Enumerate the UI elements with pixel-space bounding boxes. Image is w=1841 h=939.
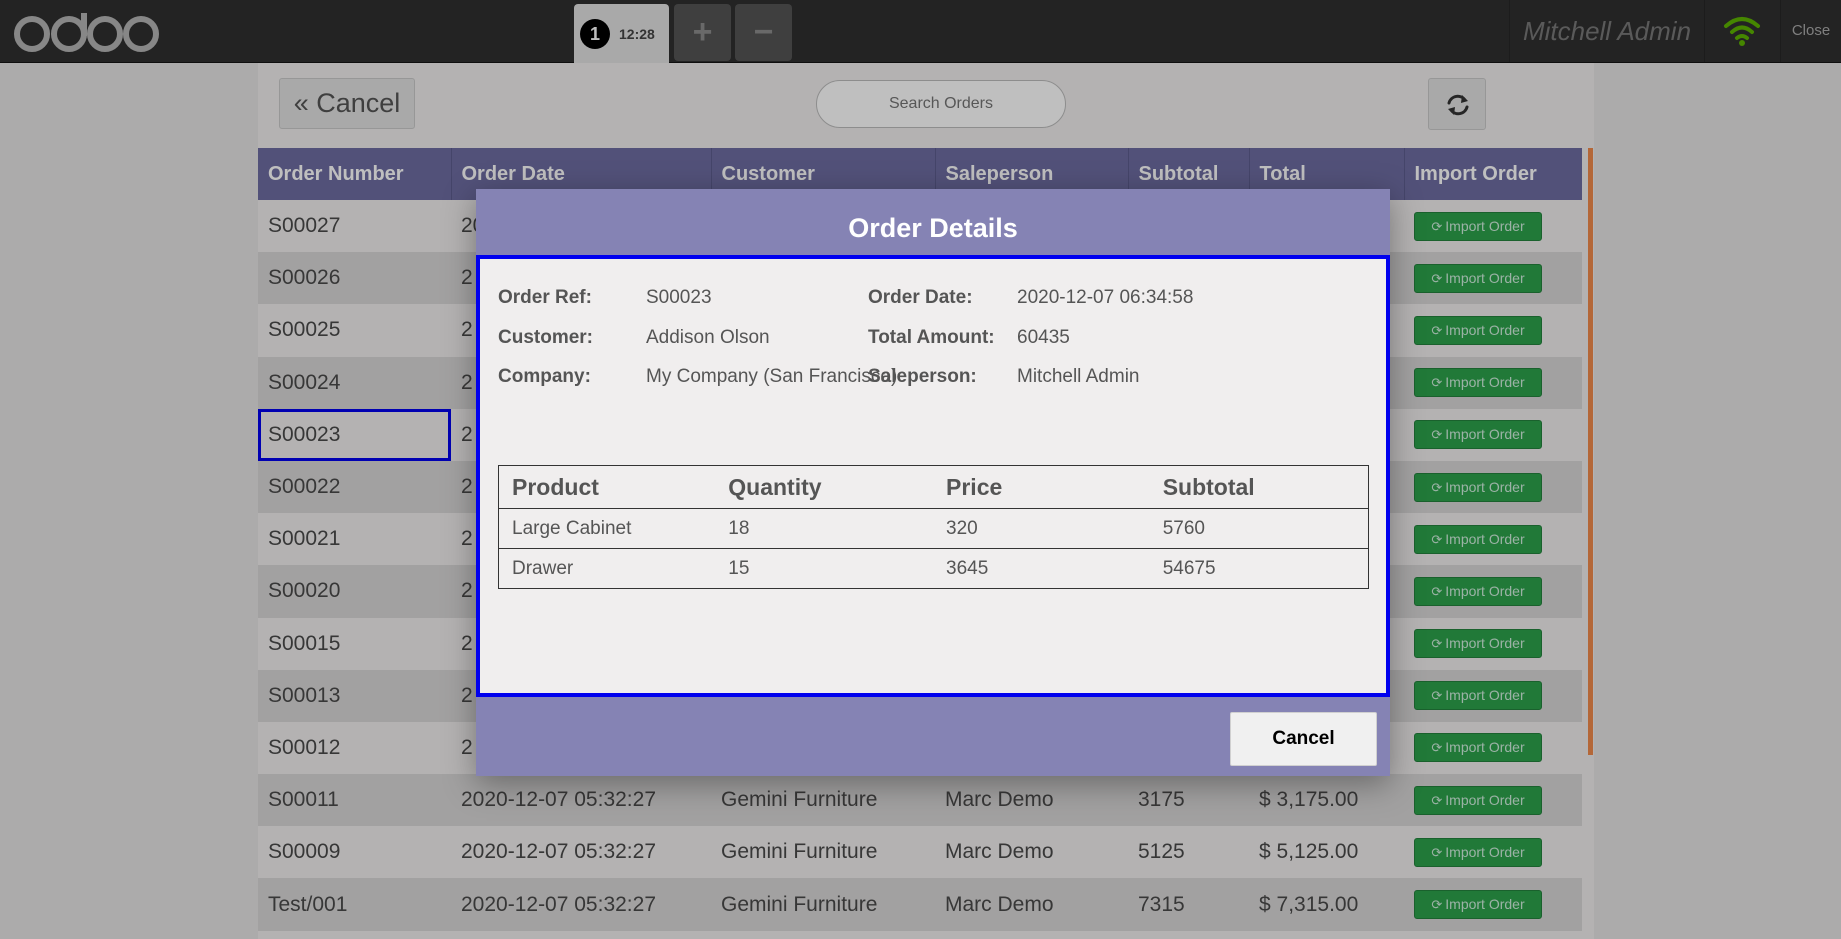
order-date-value: 2020-12-07 06:34:58 (1017, 287, 1194, 308)
line-price: 3645 (933, 548, 1150, 589)
total-amount-label: Total Amount: (868, 327, 995, 348)
line-subtotal: 5760 (1149, 508, 1369, 549)
line-product: Drawer (498, 548, 716, 589)
customer-label: Customer: (498, 327, 594, 348)
customer-value: Addison Olson (646, 327, 770, 348)
order-date-label: Order Date: (868, 287, 973, 308)
order-lines-header-row: Product Quantity Price Subtotal (498, 465, 1369, 509)
column-header: Product (498, 465, 716, 509)
saleperson-value: Mitchell Admin (1017, 366, 1140, 387)
order-line-row: Drawer 15 3645 54675 (498, 548, 1369, 589)
order-details-modal: Order Details Order Ref: S00023 Customer… (476, 189, 1390, 776)
line-quantity: 15 (715, 548, 934, 589)
order-line-row: Large Cabinet 18 320 5760 (498, 508, 1369, 549)
modal-title: Order Details (848, 213, 1018, 243)
order-lines-table: Product Quantity Price Subtotal Large Ca… (498, 465, 1369, 589)
column-header: Quantity (715, 465, 934, 509)
line-quantity: 18 (715, 508, 934, 549)
company-value: My Company (San Francisco) (646, 366, 898, 387)
modal-cancel-button[interactable]: Cancel (1230, 712, 1377, 766)
order-ref-label: Order Ref: (498, 287, 592, 308)
column-header: Subtotal (1149, 465, 1369, 509)
column-header: Price (933, 465, 1150, 509)
order-ref-value: S00023 (646, 287, 712, 308)
modal-body: Order Ref: S00023 Customer: Addison Olso… (476, 255, 1390, 697)
saleperson-label: Saleperson: (868, 366, 977, 387)
total-amount-value: 60435 (1017, 327, 1070, 348)
company-label: Company: (498, 366, 591, 387)
line-product: Large Cabinet (498, 508, 716, 549)
line-subtotal: 54675 (1149, 548, 1369, 589)
line-price: 320 (933, 508, 1150, 549)
